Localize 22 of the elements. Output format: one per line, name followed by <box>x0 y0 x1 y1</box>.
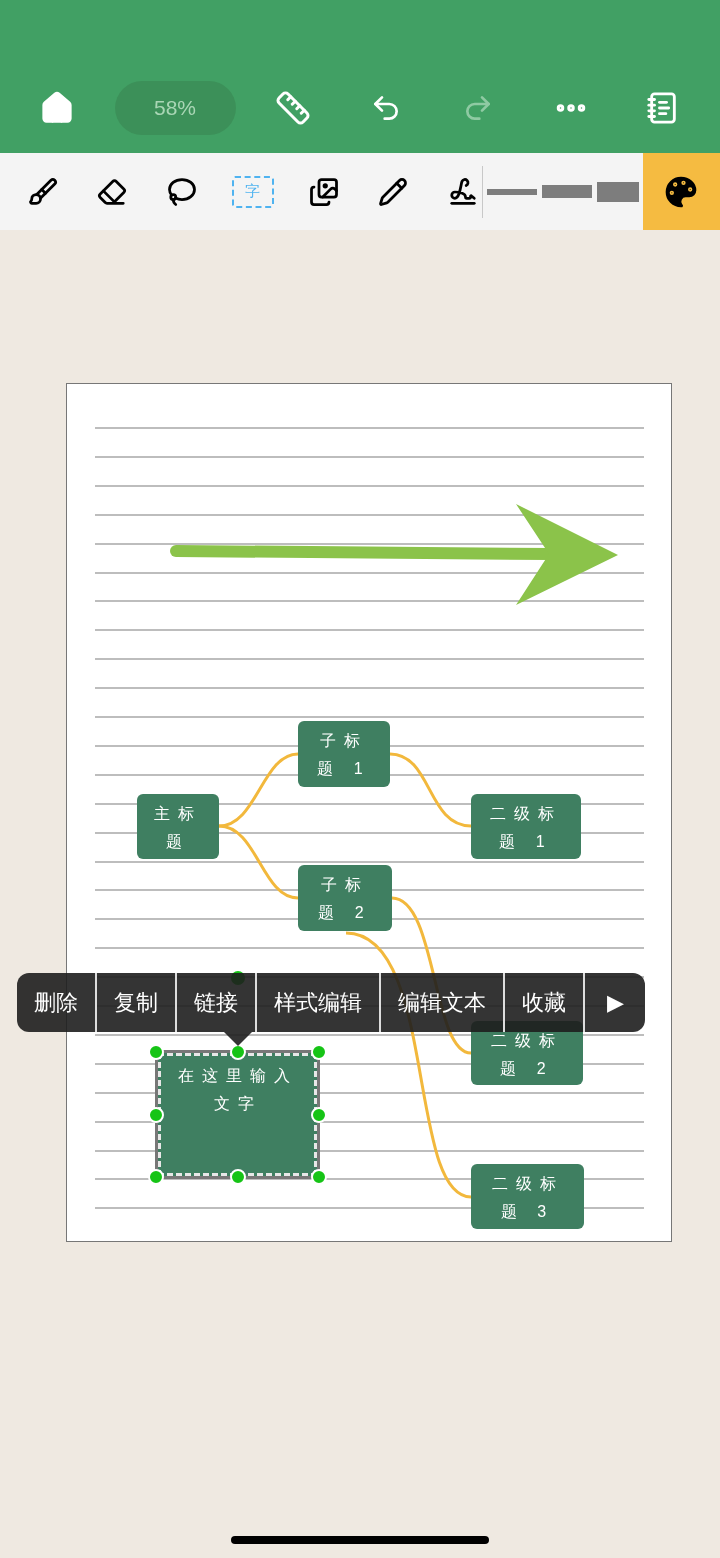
resize-handle[interactable] <box>148 1169 164 1185</box>
menu-item[interactable]: 链接 <box>175 973 255 1032</box>
resize-handle[interactable] <box>311 1044 327 1060</box>
menu-item[interactable]: 收藏 <box>503 973 583 1032</box>
thin-stroke-option[interactable] <box>486 188 537 195</box>
menu-item[interactable]: 编辑文本 <box>379 973 503 1032</box>
mind-map-node[interactable]: 子标题 1 <box>298 721 390 787</box>
mind-map-node[interactable]: 二级标题 3 <box>471 1164 584 1229</box>
mind-map-node[interactable]: 主标题 <box>137 794 219 859</box>
thick-stroke-option[interactable] <box>596 181 639 202</box>
zoom-level[interactable]: 58% <box>114 81 236 135</box>
palette-button[interactable] <box>642 153 720 230</box>
resize-handle[interactable] <box>148 1044 164 1060</box>
resize-handle[interactable] <box>311 1169 327 1185</box>
menu-item[interactable]: 删除 <box>17 973 95 1032</box>
mind-map-node[interactable]: 二级标题 1 <box>471 794 581 859</box>
menu-item[interactable]: 样式编辑 <box>255 973 379 1032</box>
resize-handle[interactable] <box>148 1106 164 1123</box>
mind-map-node[interactable]: 在这里输入文字 <box>158 1053 317 1176</box>
mind-map-node[interactable]: 子标题 2 <box>298 865 392 931</box>
menu-item[interactable]: 复制 <box>95 973 175 1032</box>
menu-item[interactable]: ▶ <box>583 973 645 1032</box>
